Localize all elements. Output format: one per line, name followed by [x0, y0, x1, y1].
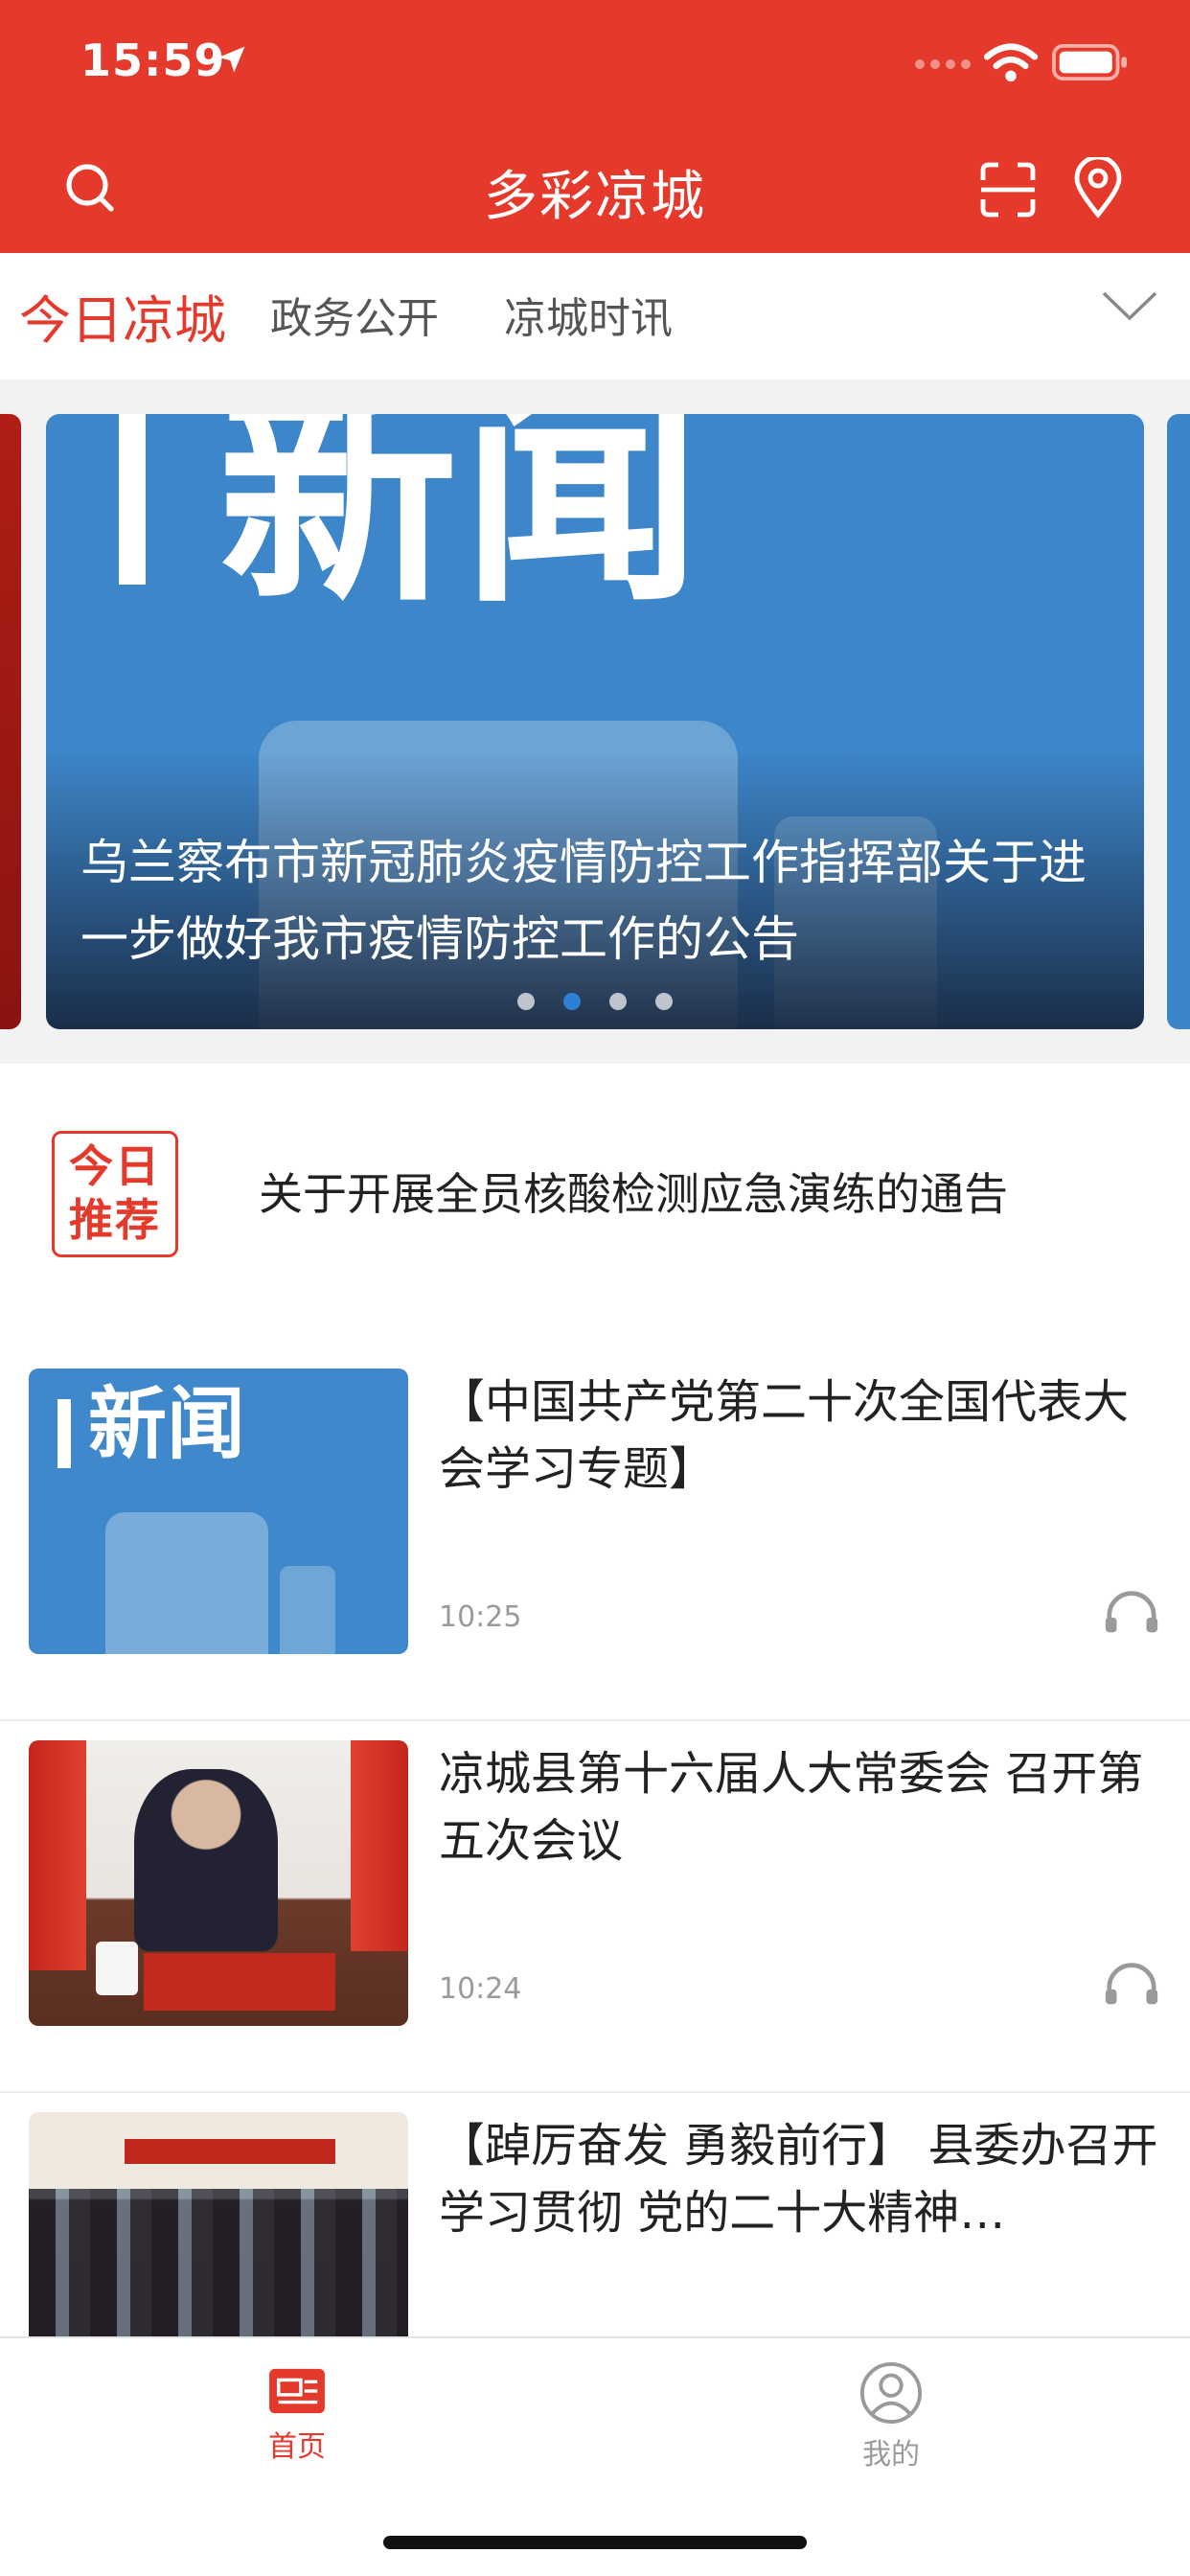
news-title[interactable]: 【中国共产党第二十次全国代表大会学习专题】: [439, 1368, 1167, 1503]
news-thumbnail: 新闻: [29, 1368, 408, 1654]
news-thumbnail: [29, 1740, 408, 2026]
carousel-next-card[interactable]: [1167, 414, 1190, 1029]
app-screen: 15:59 多彩凉城 今日凉城 政务公开 凉城时讯 新闻 乌兰察布市新冠肺炎疫情…: [0, 0, 1190, 2576]
banner-graphic-bar: [119, 414, 146, 585]
carousel-dot[interactable]: [655, 993, 673, 1010]
recommend-badge: 今日推荐: [52, 1131, 178, 1257]
carousel-dot[interactable]: [609, 993, 627, 1010]
nav-mine[interactable]: 我的: [853, 2361, 929, 2480]
wifi-icon: [983, 43, 1039, 82]
carousel-dot-active[interactable]: [563, 993, 581, 1010]
carousel-prev-card[interactable]: [0, 414, 21, 1029]
tab-news-flash[interactable]: 凉城时讯: [504, 284, 673, 345]
tab-government[interactable]: 政务公开: [270, 284, 439, 345]
news-item[interactable]: 凉城县第十六届人大常委会 召开第五次会议 10:24: [0, 1721, 1190, 2093]
newspaper-icon: [269, 2368, 325, 2414]
news-item[interactable]: 新闻 【中国共产党第二十次全国代表大会学习专题】 10:25: [0, 1349, 1190, 1721]
nav-home[interactable]: 首页: [259, 2365, 335, 2480]
user-icon: [859, 2361, 923, 2425]
scan-icon[interactable]: [979, 161, 1037, 218]
thumbnail-word: 新闻: [88, 1379, 246, 1470]
location-arrow-icon: [218, 46, 245, 73]
header: 15:59 多彩凉城: [0, 0, 1190, 253]
chevron-down-icon[interactable]: [1100, 288, 1159, 326]
news-title[interactable]: 凉城县第十六届人大常委会 召开第五次会议: [439, 1740, 1167, 1874]
news-time: 10:24: [439, 1972, 522, 2006]
cellular-signal-icon: [915, 59, 971, 69]
headphone-icon[interactable]: [1102, 1587, 1161, 1637]
today-recommend[interactable]: 今日推荐 关于开展全员核酸检测应急演练的通告: [0, 1064, 1190, 1351]
tab-today[interactable]: 今日凉城: [19, 278, 226, 354]
nav-home-label: 首页: [268, 2430, 326, 2464]
nav-mine-label: 我的: [862, 2438, 920, 2472]
carousel-dot[interactable]: [517, 993, 535, 1010]
recommend-text[interactable]: 关于开展全员核酸检测应急演练的通告: [259, 1160, 1008, 1223]
location-pin-icon[interactable]: [1071, 157, 1125, 218]
news-title[interactable]: 【踔厉奋发 勇毅前行】 县委办召开学习贯彻 党的二十大精神…: [439, 2112, 1167, 2246]
headphone-icon[interactable]: [1102, 1959, 1161, 2009]
carousel-dots: [46, 993, 1144, 1010]
carousel-banner[interactable]: 新闻 乌兰察布市新冠肺炎疫情防控工作指挥部关于进一步做好我市疫情防控工作的公告: [46, 414, 1144, 1029]
banner-caption: 乌兰察布市新冠肺炎疫情防控工作指挥部关于进一步做好我市疫情防控工作的公告: [80, 835, 1087, 967]
category-tabs: 今日凉城 政务公开 凉城时讯: [0, 253, 1190, 380]
home-indicator: [383, 2536, 807, 2549]
news-time: 10:25: [439, 1600, 522, 1634]
banner-image-word: 新闻: [218, 414, 705, 634]
battery-icon: [1052, 44, 1127, 80]
status-time: 15:59: [80, 34, 226, 86]
